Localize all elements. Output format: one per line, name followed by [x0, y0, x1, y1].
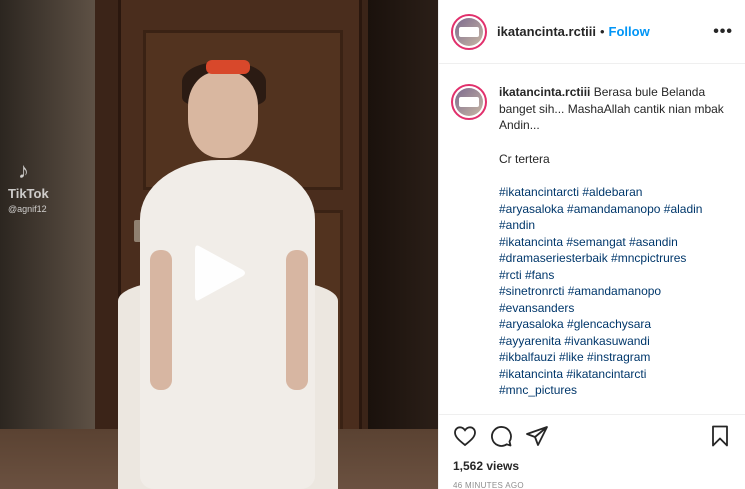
play-icon[interactable] [189, 240, 249, 306]
video-background-wall [368, 0, 438, 489]
person-face [188, 72, 258, 158]
avatar[interactable] [451, 13, 487, 50]
avatar[interactable] [451, 84, 487, 120]
tiktok-logo-text: TikTok [8, 186, 49, 201]
header-username[interactable]: ikatancinta.rctiii [497, 24, 596, 39]
hashtag-line[interactable]: #ikatancinta #semangat #asandin [499, 234, 729, 251]
hashtag-line[interactable]: #aryasaloka #amandamanopo #aladin [499, 201, 729, 218]
post-side-panel: ikatancinta.rctiii • Follow ••• ikatanci… [438, 0, 745, 489]
hashtag-line[interactable]: #ikatancintarcti #aldebaran [499, 184, 729, 201]
caption-body: ikatancinta.rctiii Berasa bule Belanda b… [499, 84, 729, 414]
separator-dot: • [599, 24, 605, 39]
more-options-icon[interactable]: ••• [713, 23, 733, 41]
hashtag-line[interactable]: #dramaseriesterbaik #mncpictrures [499, 250, 729, 267]
share-icon[interactable] [525, 424, 549, 448]
hashtag-list: #ikatancintarcti #aldebaran #aryasaloka … [499, 184, 729, 399]
tiktok-note-icon: ♪ [18, 158, 29, 183]
caption-username[interactable]: ikatancinta.rctiii [499, 85, 590, 99]
bookmark-icon[interactable] [708, 424, 732, 448]
person-arm [286, 250, 308, 390]
hashtag-line[interactable]: #sinetronrcti #amandamanopo [499, 283, 729, 300]
hashtag-line[interactable]: #ikatancinta #ikatancintarcti [499, 366, 729, 383]
hashtag-line[interactable]: #aryasaloka #glencachysara [499, 316, 729, 333]
video-background-wall [0, 0, 95, 489]
follow-button[interactable]: Follow [609, 24, 650, 39]
hashtag-line[interactable]: #rcti #fans [499, 267, 729, 284]
person-arm [150, 250, 172, 390]
post-header: ikatancinta.rctiii • Follow ••• [439, 0, 745, 64]
hashtag-line[interactable]: #evansanders [499, 300, 729, 317]
tiktok-username: @agnif12 [8, 204, 47, 214]
hashtag-line[interactable]: #andin [499, 217, 729, 234]
hashtag-line[interactable]: #ayyarenita #ivankasuwandi [499, 333, 729, 350]
post-timestamp[interactable]: 46 MINUTES AGO [453, 481, 732, 489]
hashtag-line[interactable]: #mnc_pictures [499, 382, 729, 399]
hashtag-line[interactable]: #ikbalfauzi #like #instragram [499, 349, 729, 366]
post-actions: 1,562 views 46 MINUTES AGO [439, 414, 745, 489]
comment-icon[interactable] [489, 424, 513, 448]
post-caption: ikatancinta.rctiii Berasa bule Belanda b… [439, 64, 745, 414]
action-icons [453, 423, 732, 449]
person-hair-bow [206, 60, 250, 74]
view-count[interactable]: 1,562 views [453, 459, 732, 473]
caption-credit: Cr tertera [499, 151, 550, 166]
tiktok-watermark: ♪ TikTok @agnif12 [8, 158, 49, 214]
heart-icon[interactable] [453, 424, 477, 448]
video-player[interactable]: ♪ TikTok @agnif12 [0, 0, 438, 489]
